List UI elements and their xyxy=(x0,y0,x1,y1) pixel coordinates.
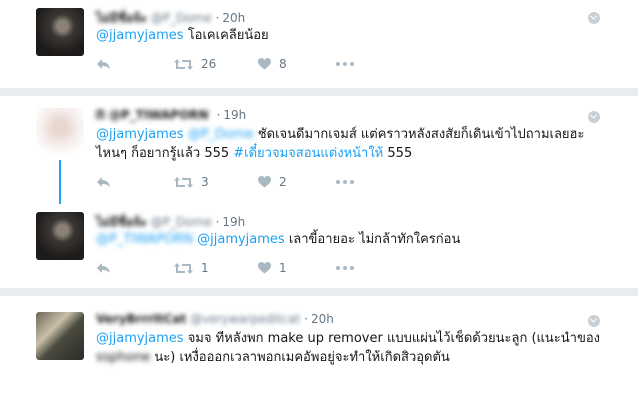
mention-link[interactable]: @jjamyjames xyxy=(96,127,184,142)
mention-link[interactable]: @jjamyjames xyxy=(197,232,285,247)
separator: · xyxy=(216,108,221,122)
mention-link[interactable]: @P_Dome xyxy=(188,127,254,142)
reply-button[interactable] xyxy=(96,172,111,192)
tweet-text-segment: จมจ ทีหลังพก make up remover แบบแผ่นไว้เ… xyxy=(183,331,601,346)
tweet-text-segment: ชัดเจนดีมากเจมส์ แต่คราวหลังสงสัยก็เดินเ… xyxy=(253,127,585,142)
timestamp[interactable]: 20h xyxy=(311,312,334,326)
tweet-header: ᗰ @P_TIWAPORN · 19h xyxy=(96,108,246,123)
retweet-icon xyxy=(174,58,193,70)
thread-line xyxy=(59,160,61,204)
timestamp[interactable]: 20h xyxy=(222,11,245,25)
tweet-text-line-2: ssphone นะ) เหงื่อออกเวลาพอกเมคอัพอยู่จะ… xyxy=(96,348,616,367)
tweet-text: @jjamyjames @P_Dome ชัดเจนดีมากเจมส์ แต่… xyxy=(96,125,616,144)
more-icon xyxy=(336,62,354,66)
user-handle[interactable]: @verywarpeditcat xyxy=(190,312,300,326)
heart-icon xyxy=(258,262,271,274)
separator: · xyxy=(215,215,220,229)
like-count: 8 xyxy=(279,57,287,71)
tweet-text-segment: ไหนๆ ก็อยากรู้แล้ว 555 xyxy=(96,146,234,161)
more-button[interactable] xyxy=(336,172,354,192)
tweet-text-segment: ssphone xyxy=(96,350,151,365)
tweet-text: @jjamyjames โอเคเคลียน้อย xyxy=(96,26,616,45)
avatar[interactable] xyxy=(36,212,84,260)
display-name[interactable]: VeryBrrrItCat xyxy=(96,312,186,326)
retweet-button[interactable]: 1 xyxy=(174,258,209,278)
caret-down-icon[interactable] xyxy=(588,315,600,327)
more-button[interactable] xyxy=(336,258,354,278)
tweet-actions: 1 1 xyxy=(96,258,376,278)
display-name[interactable]: ᗰ @P_TIWAPORN xyxy=(96,108,209,122)
retweet-button[interactable]: 3 xyxy=(174,172,209,192)
timestamp[interactable]: 19h xyxy=(222,215,245,229)
caret-down-icon[interactable] xyxy=(588,111,600,123)
tweet-header: VeryBrrrItCat @verywarpeditcat · 20h xyxy=(96,312,334,326)
user-handle[interactable]: @P_Dome xyxy=(151,11,212,25)
tweet-actions: 26 8 xyxy=(96,54,376,74)
user-handle[interactable]: @P_Dome xyxy=(151,215,212,229)
avatar[interactable] xyxy=(36,108,84,156)
heart-icon xyxy=(258,176,271,188)
tweet-text: @P_TIWAPORN @jjamyjames เลาขี้อายอะ ไม่ก… xyxy=(96,230,616,249)
like-button[interactable]: 8 xyxy=(258,54,287,74)
tweet-text-line-2: ไหนๆ ก็อยากรู้แล้ว 555 #เดี๋ยวจมจสอนแต่ง… xyxy=(96,144,616,163)
retweet-icon xyxy=(174,262,193,274)
tweet-actions: 3 2 xyxy=(96,172,376,192)
like-button[interactable]: 1 xyxy=(258,258,287,278)
reply-button[interactable] xyxy=(96,54,111,74)
mention-link[interactable]: @P_TIWAPORN xyxy=(96,232,193,247)
retweet-icon xyxy=(174,176,193,188)
more-button[interactable] xyxy=(336,54,354,74)
timestamp[interactable]: 19h xyxy=(223,108,246,122)
like-count: 2 xyxy=(279,175,287,189)
tweet-text-segment: 555 xyxy=(383,146,413,161)
tweet-text: @jjamyjames จมจ ทีหลังพก make up remover… xyxy=(96,329,616,348)
avatar[interactable] xyxy=(36,8,84,56)
mention-link[interactable]: @jjamyjames xyxy=(96,331,184,346)
retweet-button[interactable]: 26 xyxy=(174,54,216,74)
tweet-text-segment: นะ) เหงื่อออกเวลาพอกเมคอัพอยู่จะทำให้เกิ… xyxy=(150,350,450,365)
conversation-card[interactable]: ᗰ @P_TIWAPORN · 19h @jjamyjames @P_Dome ชั… xyxy=(0,96,638,288)
caret-down-icon[interactable] xyxy=(588,12,600,24)
hashtag-link[interactable]: #เดี๋ยวจมจสอนแต่งหน้าให้ xyxy=(233,146,383,161)
retweet-count: 1 xyxy=(201,261,209,275)
heart-icon xyxy=(258,58,271,70)
tweet-text-segment: เลาขี้อายอะ ไม่กล้าทักใครก่อน xyxy=(284,232,461,247)
more-icon xyxy=(336,180,354,184)
tweet-text-segment: โอเคเคลียน้อย xyxy=(183,28,269,43)
more-icon xyxy=(336,266,354,270)
reply-icon xyxy=(97,59,110,69)
separator: · xyxy=(304,312,309,326)
separator: · xyxy=(215,11,220,25)
retweet-count: 3 xyxy=(201,175,209,189)
avatar[interactable] xyxy=(36,312,84,360)
tweet-card[interactable]: VeryBrrrItCat @verywarpeditcat · 20h @jjamy… xyxy=(0,296,638,406)
reply-button[interactable] xyxy=(96,258,111,278)
tweet-card[interactable]: ไม่มีชื่อจ้ะ @P_Dome · 20h @jjamyjames โอเค… xyxy=(0,0,638,88)
reply-icon xyxy=(97,177,110,187)
display-name[interactable]: ไม่มีชื่อจ้ะ xyxy=(96,215,147,229)
like-count: 1 xyxy=(279,261,287,275)
like-button[interactable]: 2 xyxy=(258,172,287,192)
reply-icon xyxy=(97,263,110,273)
retweet-count: 26 xyxy=(201,57,217,71)
display-name[interactable]: ไม่มีชื่อจ้ะ xyxy=(96,11,147,25)
mention-link[interactable]: @jjamyjames xyxy=(96,28,184,43)
